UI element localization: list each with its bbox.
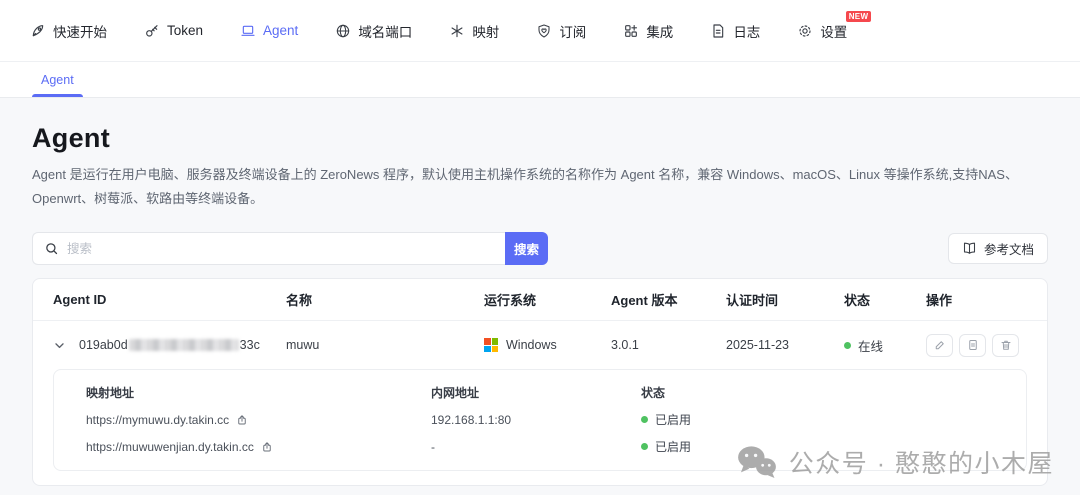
detail-header-row: 映射地址 内网地址 状态 (54, 379, 1026, 406)
agent-status-cell: 在线 (844, 336, 926, 355)
search-input[interactable] (67, 242, 494, 256)
edit-button[interactable] (926, 334, 953, 357)
nav-item-logs[interactable]: 日志 (710, 21, 760, 41)
nav-item-settings[interactable]: 设置 NEW (797, 21, 847, 41)
laptop-icon (240, 23, 256, 39)
mapping-url-cell: https://muwuwenjian.dy.takin.cc (86, 440, 431, 454)
nav-item-label: 域名端口 (358, 21, 412, 41)
new-badge: NEW (846, 11, 872, 22)
online-status-dot (844, 342, 851, 349)
tab-bar: Agent (0, 62, 1080, 98)
page-title: Agent (32, 123, 1048, 154)
agent-version-cell: 3.0.1 (611, 338, 726, 352)
detail-row: https://muwuwenjian.dy.takin.cc - 已启用 (54, 433, 1026, 460)
agent-auth-time-cell: 2025-11-23 (726, 338, 844, 352)
nav-item-agent[interactable]: Agent (240, 23, 298, 39)
enabled-status-label: 已启用 (655, 438, 691, 455)
expanded-detail-area: 映射地址 内网地址 状态 https://mymuwu.dy.takin.cc (33, 369, 1047, 485)
agent-os-label: Windows (506, 338, 557, 352)
nav-item-token[interactable]: Token (144, 23, 203, 39)
nav-item-label: 订阅 (559, 21, 586, 41)
reference-docs-label: 参考文档 (984, 239, 1034, 258)
search-input-wrap (32, 232, 505, 265)
enabled-status-label: 已启用 (655, 411, 691, 428)
nav-item-label: 集成 (646, 21, 673, 41)
detail-row: https://mymuwu.dy.takin.cc 192.168.1.1:8… (54, 406, 1026, 433)
column-header-status: 状态 (844, 290, 926, 309)
redacted-id-blur (129, 339, 239, 351)
detail-status-cell: 已启用 (641, 438, 994, 455)
agent-os-cell: Windows (484, 338, 611, 352)
globe-icon (335, 23, 351, 39)
tab-label: Agent (41, 73, 74, 87)
main-content: Agent Agent 是运行在用户电脑、服务器及终端设备上的 ZeroNews… (0, 123, 1080, 486)
mapping-detail-panel: 映射地址 内网地址 状态 https://mymuwu.dy.takin.cc (53, 369, 1027, 471)
mapping-url-link[interactable]: https://muwuwenjian.dy.takin.cc (86, 440, 254, 454)
agent-status-label: 在线 (858, 336, 883, 355)
agent-table: Agent ID 名称 运行系统 Agent 版本 认证时间 状态 操作 019… (32, 278, 1048, 486)
toolbar: 搜索 参考文档 (32, 232, 1048, 265)
column-header-name: 名称 (286, 290, 484, 309)
enabled-status-dot (641, 416, 648, 423)
nav-item-label: Agent (263, 23, 298, 38)
nav-item-domain-port[interactable]: 域名端口 (335, 21, 412, 41)
column-header-os: 运行系统 (484, 290, 611, 309)
search-group: 搜索 (32, 232, 548, 265)
table-header-row: Agent ID 名称 运行系统 Agent 版本 认证时间 状态 操作 (33, 279, 1047, 321)
key-icon (144, 23, 160, 39)
search-icon (44, 241, 59, 256)
detail-column-status: 状态 (641, 384, 994, 401)
integrations-icon (623, 23, 639, 39)
mapping-icon (449, 23, 465, 39)
open-external-icon[interactable] (261, 441, 273, 453)
search-button[interactable]: 搜索 (505, 232, 548, 265)
detail-column-internal-addr: 内网地址 (431, 384, 641, 401)
tab-agent[interactable]: Agent (32, 62, 83, 97)
nav-item-mapping[interactable]: 映射 (449, 21, 499, 41)
agent-actions-cell (926, 334, 1027, 357)
column-header-agent-id: Agent ID (53, 292, 286, 307)
book-icon (962, 241, 977, 256)
open-external-icon[interactable] (236, 414, 248, 426)
nav-item-label: 快速开始 (53, 21, 107, 41)
top-navigation: 快速开始 Token Agent 域名端口 映射 (0, 0, 1080, 62)
logs-icon (710, 23, 726, 39)
column-header-actions: 操作 (926, 290, 1027, 309)
nav-item-label: Token (167, 23, 203, 38)
agent-name-cell: muwu (286, 338, 484, 352)
internal-addr-cell: 192.168.1.1:80 (431, 413, 641, 427)
detail-column-mapping-addr: 映射地址 (86, 384, 431, 401)
nav-item-label: 设置 (820, 21, 847, 41)
nav-item-subscription[interactable]: 订阅 (536, 21, 586, 41)
mapping-url-link[interactable]: https://mymuwu.dy.takin.cc (86, 413, 229, 427)
settings-icon (797, 23, 813, 39)
agent-id-cell: 019ab0d 33c (53, 338, 286, 352)
nav-item-quick-start[interactable]: 快速开始 (30, 21, 107, 41)
enabled-status-dot (641, 443, 648, 450)
delete-button[interactable] (992, 334, 1019, 357)
table-row: 019ab0d 33c muwu Windows 3.0.1 2025-11-2… (33, 321, 1047, 369)
reference-docs-button[interactable]: 参考文档 (948, 233, 1048, 264)
internal-addr-cell: - (431, 440, 641, 454)
page-description: Agent 是运行在用户电脑、服务器及终端设备上的 ZeroNews 程序，默认… (32, 163, 1048, 211)
nav-item-label: 映射 (472, 21, 499, 41)
mapping-url-cell: https://mymuwu.dy.takin.cc (86, 413, 431, 427)
subscription-icon (536, 23, 552, 39)
column-header-version: Agent 版本 (611, 290, 726, 309)
nav-item-label: 日志 (733, 21, 760, 41)
chevron-down-icon[interactable] (53, 339, 66, 352)
agent-id-value: 019ab0d 33c (79, 338, 260, 352)
column-header-auth-time: 认证时间 (726, 290, 844, 309)
log-file-button[interactable] (959, 334, 986, 357)
rocket-icon (30, 23, 46, 39)
detail-status-cell: 已启用 (641, 411, 994, 428)
windows-logo-icon (484, 338, 498, 352)
nav-item-integrations[interactable]: 集成 (623, 21, 673, 41)
